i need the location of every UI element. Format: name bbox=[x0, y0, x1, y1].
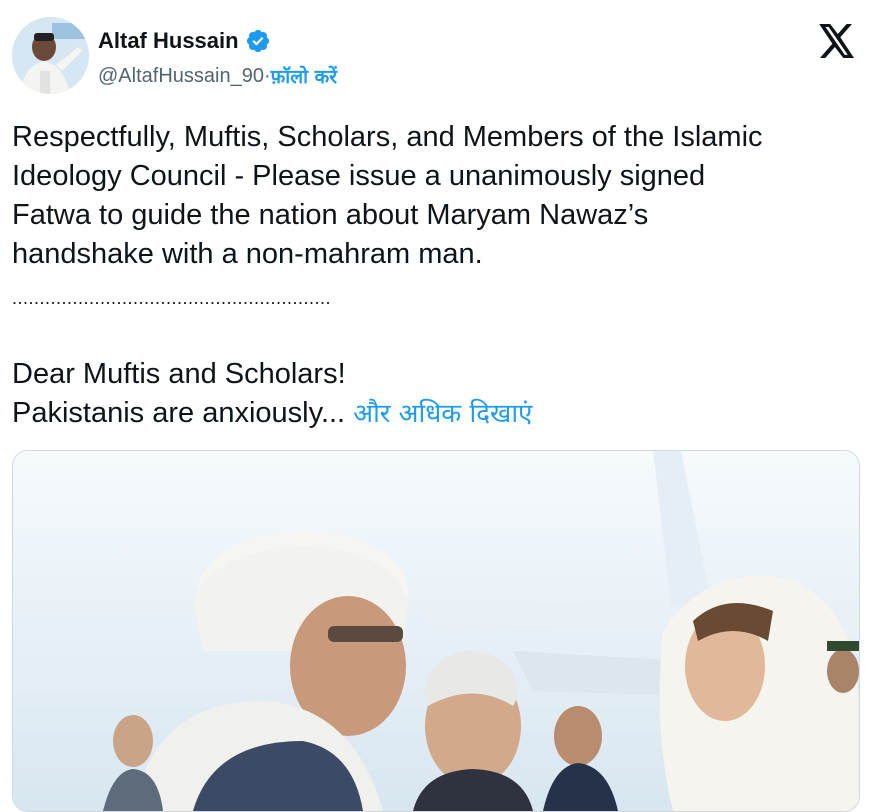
author-name-row: Altaf Hussain bbox=[98, 26, 271, 56]
follow-button[interactable]: फ़ॉलो करें bbox=[271, 63, 337, 89]
verified-badge-icon bbox=[246, 29, 269, 53]
show-more-link[interactable]: और अधिक दिखाएं bbox=[353, 399, 532, 429]
author-name[interactable]: Altaf Hussain bbox=[98, 28, 239, 54]
tweet-text-line: handshake with a non-mahram man. bbox=[12, 238, 483, 270]
tweet-text-line: Ideology Council - Please issue a unanim… bbox=[12, 160, 706, 192]
tweet-text-line: Dear Muftis and Scholars! bbox=[12, 358, 346, 390]
tweet-text-line-with-more: Pakistanis are anxiously... और अधिक दिखा… bbox=[12, 394, 862, 434]
tweet-text-line: Fatwa to guide the nation about Maryam N… bbox=[12, 199, 649, 231]
author-handle[interactable]: @AltafHussain_90 bbox=[98, 65, 264, 88]
handle-row: @AltafHussain_90 · फ़ॉलो करें bbox=[98, 63, 337, 89]
tweet-text: Respectfully, Muftis, Scholars, and Memb… bbox=[12, 118, 862, 274]
author-avatar[interactable] bbox=[12, 17, 89, 94]
text-divider: ........................................… bbox=[12, 288, 332, 308]
x-logo-icon[interactable] bbox=[818, 24, 856, 58]
tweet-text-truncated: Pakistanis are anxiously... bbox=[12, 397, 346, 429]
tweet-text-line: Respectfully, Muftis, Scholars, and Memb… bbox=[12, 121, 763, 153]
tweet-text-continued: Dear Muftis and Scholars! Pakistanis are… bbox=[12, 355, 862, 434]
tweet-media-image[interactable] bbox=[12, 450, 860, 812]
handle-separator: · bbox=[263, 64, 271, 87]
